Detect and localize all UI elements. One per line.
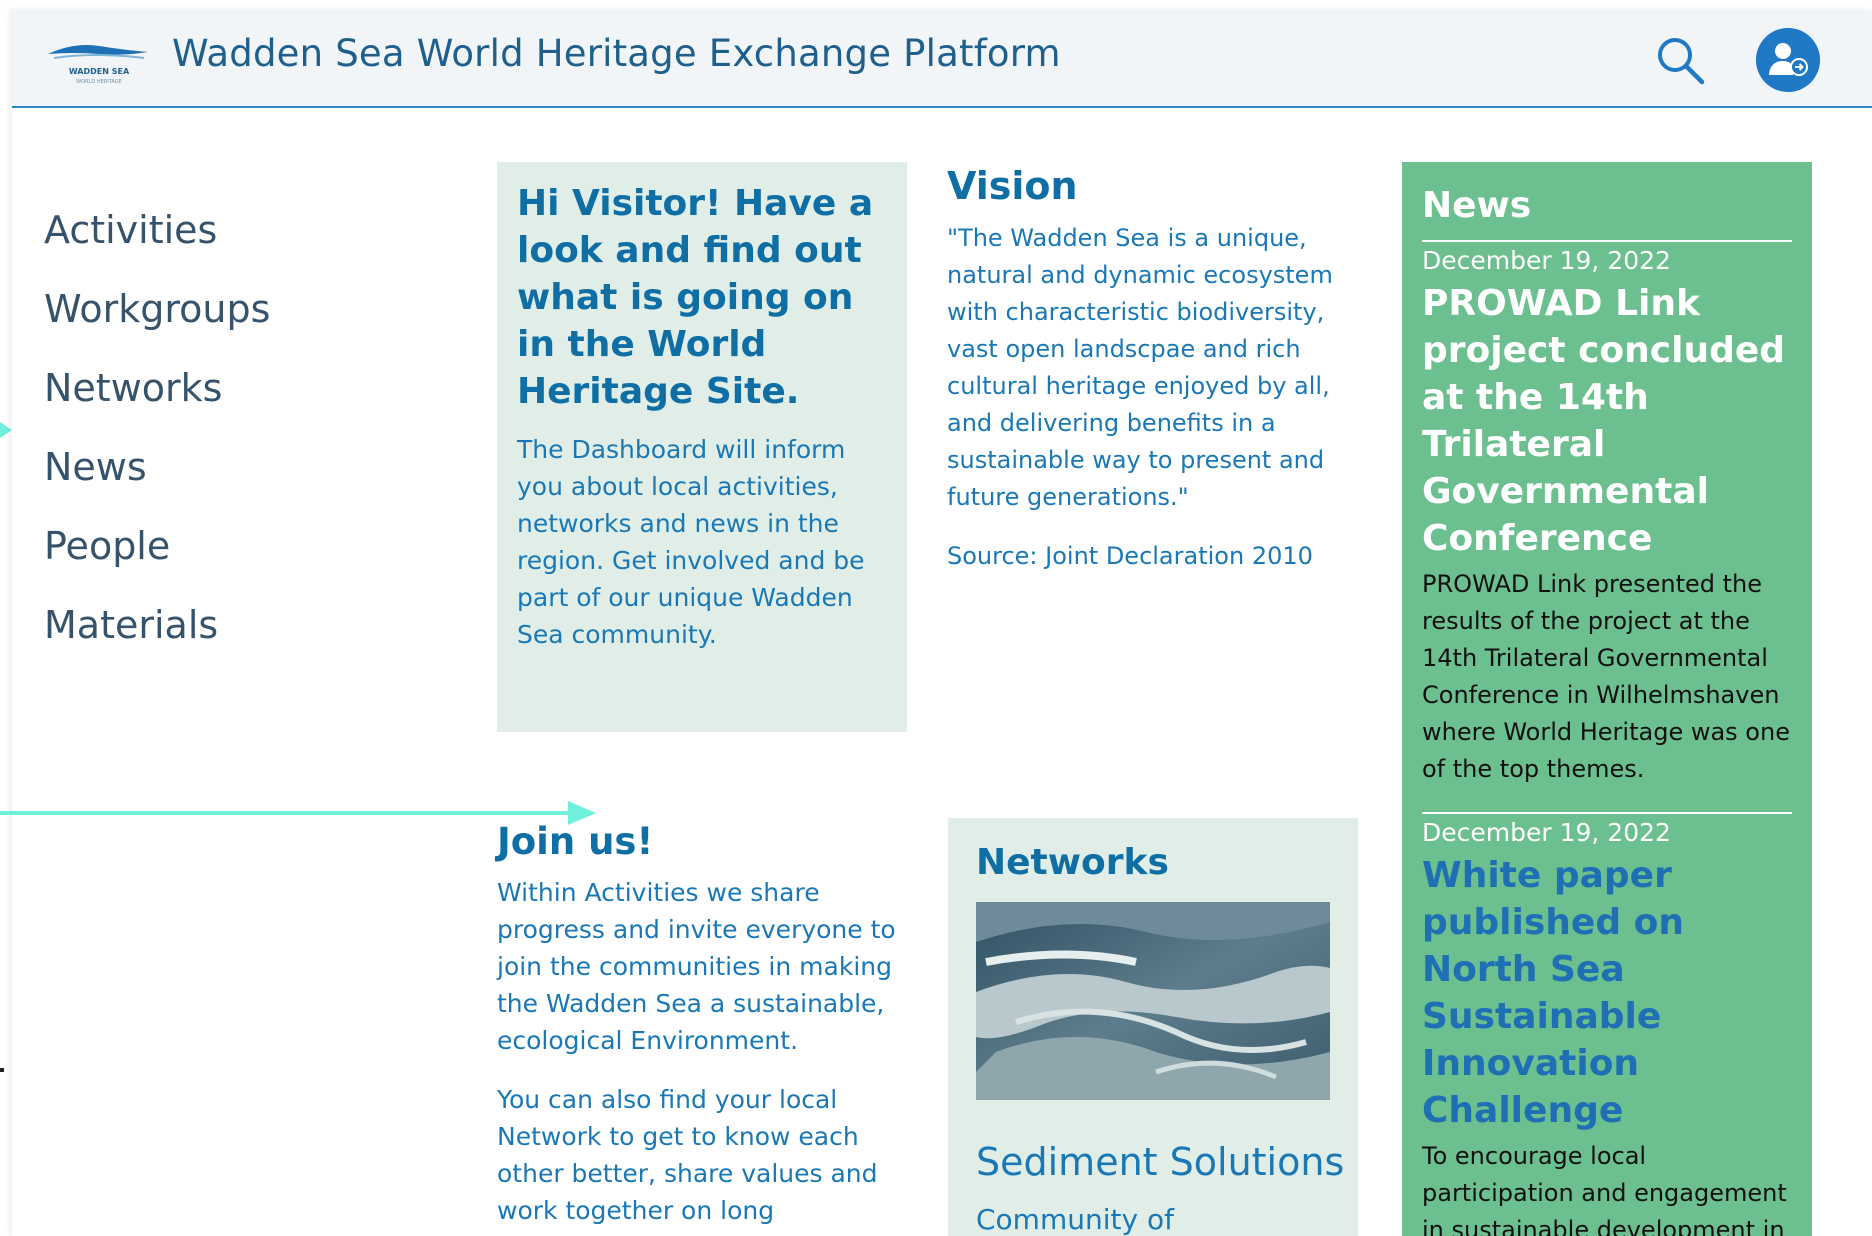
wadden-sea-logo[interactable]: WADDEN SEA WORLD HERITAGE (44, 32, 154, 88)
user-login-icon[interactable] (1756, 28, 1820, 92)
news-item: December 19, 2022 White paper published … (1422, 816, 1792, 1236)
header-bar: WADDEN SEA WORLD HERITAGE Wadden Sea Wor… (12, 10, 1872, 108)
sidebar-item-news[interactable]: News (44, 437, 270, 516)
news-date: December 19, 2022 (1422, 246, 1671, 275)
news-heading: News (1422, 185, 1532, 226)
news-panel: News December 19, 2022 PROWAD Link proje… (1402, 162, 1812, 1236)
networks-title: Networks (976, 842, 1169, 883)
news-title-link[interactable]: White paper published on North Sea Susta… (1422, 852, 1792, 1134)
app-window: WADDEN SEA WORLD HERITAGE Wadden Sea Wor… (12, 10, 1872, 1236)
network-image[interactable] (976, 902, 1330, 1100)
join-section: Join us! Within Activities we share prog… (497, 818, 907, 1229)
sidebar-item-workgroups[interactable]: Workgroups (44, 279, 270, 358)
vision-source: Source: Joint Declaration 2010 (947, 542, 1313, 570)
annotation-arrow-stub (0, 422, 12, 438)
news-date: December 19, 2022 (1422, 818, 1671, 847)
welcome-card: Hi Visitor! Have a look and find out wha… (497, 162, 907, 732)
news-divider (1422, 812, 1792, 814)
sidebar-item-activities[interactable]: Activities (44, 200, 270, 279)
join-paragraph-1: Within Activities we share progress and … (497, 878, 896, 1055)
welcome-title: Hi Visitor! Have a look and find out wha… (517, 183, 874, 412)
svg-text:WORLD HERITAGE: WORLD HERITAGE (76, 79, 121, 85)
networks-card: Networks Sediment Solutions Community of (948, 818, 1358, 1236)
welcome-body: The Dashboard will inform you about loca… (517, 435, 865, 649)
svg-text:WADDEN SEA: WADDEN SEA (69, 67, 130, 76)
app-title: Wadden Sea World Heritage Exchange Platf… (172, 32, 1061, 75)
news-summary: To encourage local participation and eng… (1422, 1142, 1787, 1236)
news-summary: PROWAD Link presented the results of the… (1422, 570, 1790, 783)
sidebar-item-networks[interactable]: Networks (44, 358, 270, 437)
vision-title: Vision (947, 164, 1078, 208)
vision-quote: "The Wadden Sea is a unique, natural and… (947, 224, 1333, 511)
network-item-title[interactable]: Sediment Solutions (976, 1140, 1344, 1184)
search-icon[interactable] (1652, 32, 1708, 88)
network-item-subtitle: Community of (976, 1203, 1174, 1236)
annotation-arrow (0, 801, 596, 825)
sidebar-item-people[interactable]: People (44, 516, 270, 595)
vision-section: Vision "The Wadden Sea is a unique, natu… (947, 162, 1357, 575)
news-item: December 19, 2022 PROWAD Link project co… (1422, 244, 1792, 788)
sidebar-item-materials[interactable]: Materials (44, 595, 270, 674)
sidebar-nav: Activities Workgroups Networks News Peop… (44, 200, 270, 674)
join-paragraph-2: You can also find your local Network to … (497, 1085, 878, 1225)
news-divider (1422, 240, 1792, 242)
news-title-link[interactable]: PROWAD Link project concluded at the 14t… (1422, 280, 1792, 562)
edge-marker (0, 1068, 4, 1072)
